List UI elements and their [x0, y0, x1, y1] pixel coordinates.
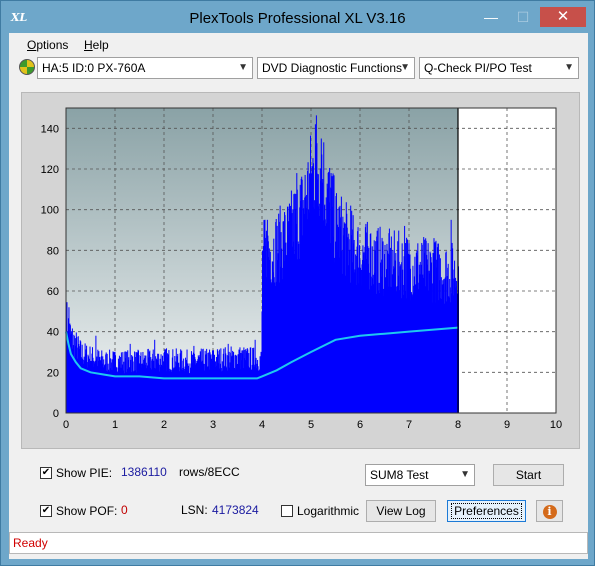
client-area: Options Help HA:5 ID:0 PX-760A ▼ DVD Diag… [9, 33, 588, 559]
info-icon: i [542, 505, 557, 519]
minimize-button[interactable]: — [477, 7, 505, 27]
x-tick-label: 8 [455, 419, 461, 431]
pi-po-chart: 0 1 2 3 4 5 6 7 8 9 10020406080100120140 [41, 107, 562, 431]
status-bar: Ready [9, 532, 588, 554]
drive-status-icon [19, 59, 35, 75]
menu-options[interactable]: Options [27, 38, 68, 52]
chevron-down-icon: ▼ [460, 469, 470, 480]
x-tick-label: 4 [259, 419, 265, 431]
controls-area: ✔ Show PIE: 1386110 rows/8ECC SUM8 Test ▼… [9, 453, 588, 533]
chart-panel: 0 1 2 3 4 5 6 7 8 9 10 0 20 40 60 80 100 120 140 [21, 92, 580, 449]
x-tick-label: 9 [504, 419, 510, 431]
logarithmic-label: Logarithmic [297, 504, 360, 518]
pie-value: 1386110 [121, 465, 167, 479]
y-tick-label: 100 [41, 205, 59, 217]
chevron-down-icon: ▼ [238, 62, 248, 73]
start-button[interactable]: Start [493, 464, 564, 486]
x-tick-label: 1 [112, 419, 118, 431]
lsn-value: 4173824 [212, 503, 259, 517]
show-pof-label: Show POF: [56, 504, 118, 518]
view-log-button[interactable]: View Log [366, 500, 436, 522]
status-text: Ready [13, 536, 48, 550]
menu-bar: Options Help [9, 33, 588, 55]
y-tick-label: 80 [47, 245, 59, 257]
x-tick-label: 6 [357, 419, 363, 431]
window-title: PlexTools Professional XL V3.16 [189, 10, 406, 27]
info-button[interactable]: i [536, 500, 563, 522]
toolbar: HA:5 ID:0 PX-760A ▼ DVD Diagnostic Functi… [9, 56, 588, 82]
drive-select[interactable]: HA:5 ID:0 PX-760A ▼ [37, 57, 253, 79]
title-bar[interactable]: XL PlexTools Professional XL V3.16 — ☐ ✕ [1, 1, 594, 33]
pof-value: 0 [121, 503, 128, 517]
x-tick-label: 3 [210, 419, 216, 431]
y-tick-label: 120 [41, 164, 59, 176]
y-tick-label: 60 [47, 286, 59, 298]
y-tick-label: 20 [47, 367, 59, 379]
y-tick-label: 0 [53, 408, 59, 420]
show-pie-checkbox[interactable]: ✔ [40, 467, 52, 479]
x-tick-label: 0 [63, 419, 69, 431]
maximize-button[interactable]: ☐ [509, 7, 537, 27]
x-tick-label: 7 [406, 419, 412, 431]
function-select[interactable]: DVD Diagnostic Functions ▼ [257, 57, 415, 79]
test-select[interactable]: Q-Check PI/PO Test ▼ [419, 57, 579, 79]
logarithmic-checkbox[interactable] [281, 505, 293, 517]
show-pie-label: Show PIE: [56, 466, 113, 480]
test-mode-select[interactable]: SUM8 Test ▼ [365, 464, 475, 486]
x-tick-label: 2 [161, 419, 167, 431]
chevron-down-icon: ▼ [564, 62, 574, 73]
x-tick-label: 5 [308, 419, 314, 431]
chevron-down-icon: ▼ [400, 62, 410, 73]
app-window: XL PlexTools Professional XL V3.16 — ☐ ✕… [0, 0, 595, 566]
close-button[interactable]: ✕ [540, 7, 586, 27]
y-tick-label: 40 [47, 327, 59, 339]
pie-unit: rows/8ECC [179, 465, 240, 479]
x-tick-label: 10 [550, 419, 562, 431]
menu-help[interactable]: Help [84, 38, 109, 52]
preferences-button[interactable]: Preferences [447, 500, 526, 522]
y-tick-label: 140 [41, 123, 59, 135]
lsn-label: LSN: [181, 503, 208, 517]
show-pof-checkbox[interactable]: ✔ [40, 505, 52, 517]
